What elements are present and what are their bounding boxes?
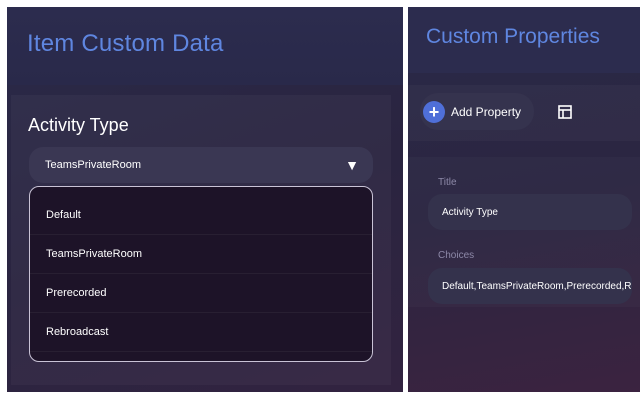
title-field[interactable]: Activity Type [428, 194, 632, 230]
plus-icon: + [423, 100, 445, 123]
add-property-label: Add Property [451, 104, 522, 119]
title-field-value: Activity Type [442, 206, 498, 218]
dropdown-option-default[interactable]: Default [30, 196, 372, 235]
add-property-button[interactable]: + Add Property [420, 93, 534, 130]
item-custom-data-panel: Item Custom Data Activity Type TeamsPriv… [7, 7, 403, 392]
custom-properties-panel: Custom Properties + Add Property Title A… [408, 7, 640, 392]
layout-button[interactable] [546, 93, 583, 130]
dropdown-option-teams-private-room[interactable]: TeamsPrivateRoom [30, 235, 372, 274]
left-panel-header: Item Custom Data [7, 7, 403, 85]
title-field-label: Title [438, 177, 457, 188]
choices-field[interactable]: Default,TeamsPrivateRoom,Prerecorded,Reb… [428, 268, 632, 304]
dropdown-option-prerecorded[interactable]: Prerecorded [30, 274, 372, 313]
choices-field-value: Default,TeamsPrivateRoom,Prerecorded,Reb… [442, 280, 632, 292]
right-panel-header: Custom Properties [408, 7, 640, 73]
page-title: Item Custom Data [27, 30, 224, 57]
activity-type-dropdown: Default TeamsPrivateRoom Prerecorded Reb… [29, 186, 373, 362]
activity-type-label: Activity Type [28, 115, 129, 135]
selected-value: TeamsPrivateRoom [45, 159, 141, 171]
activity-type-select[interactable]: TeamsPrivateRoom ▼ [29, 147, 373, 183]
dropdown-option-rebroadcast[interactable]: Rebroadcast [30, 313, 372, 352]
custom-properties-title: Custom Properties [426, 25, 600, 48]
choices-field-label: Choices [438, 250, 475, 261]
layout-icon [557, 104, 572, 119]
caret-down-icon[interactable]: ▼ [345, 157, 359, 173]
